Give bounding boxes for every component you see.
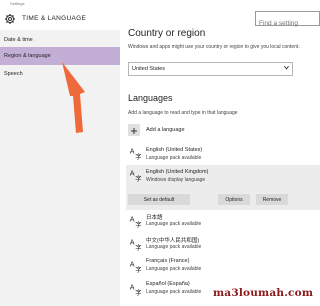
search-box[interactable] (255, 11, 320, 30)
svg-text:字: 字 (135, 152, 141, 160)
plus-icon (131, 128, 137, 134)
chevron-down-icon (284, 65, 289, 70)
svg-text:A: A (130, 170, 135, 178)
language-status: Language pack available (146, 244, 202, 250)
remove-button[interactable]: Remove (256, 194, 288, 205)
languages-heading: Languages (128, 93, 173, 103)
svg-text:A: A (130, 284, 135, 292)
country-description: Windows and apps might use your country … (128, 44, 300, 50)
language-item-selected[interactable]: A 字 English (United Kingdom) Windows dis… (126, 165, 320, 210)
language-name: Français (France) (146, 258, 190, 264)
language-icon: A 字 (130, 284, 142, 296)
add-language-label[interactable]: Add a language (146, 127, 185, 133)
language-item[interactable]: A 字 日本語 Language pack available (126, 211, 320, 231)
set-default-button[interactable]: Set as default (128, 194, 190, 205)
svg-text:字: 字 (135, 265, 141, 273)
language-name: 日本語 (146, 215, 163, 221)
title-bar (0, 0, 320, 8)
svg-text:字: 字 (135, 288, 141, 296)
language-icon: A 字 (130, 239, 142, 251)
language-status: Language pack available (146, 289, 202, 295)
country-dropdown[interactable]: United States (128, 62, 293, 76)
language-icon: A 字 (130, 170, 142, 182)
gear-icon[interactable] (4, 13, 16, 25)
svg-text:字: 字 (135, 174, 141, 182)
language-status: Language pack available (146, 155, 202, 161)
svg-text:A: A (130, 261, 135, 269)
sidebar-item-region-language[interactable]: Region & language (0, 47, 120, 65)
language-icon: A 字 (130, 261, 142, 273)
language-status: Language pack available (146, 221, 202, 227)
watermark: ma3loumah.com (213, 287, 314, 299)
language-item[interactable]: A 字 Français (France) Language pack avai… (126, 256, 320, 276)
country-heading: Country or region (128, 28, 206, 39)
sidebar-item-label: Date & time (4, 37, 33, 43)
country-selected-value: United States (132, 66, 166, 72)
svg-text:字: 字 (135, 243, 141, 251)
page-title: TIME & LANGUAGE (22, 15, 87, 22)
language-icon: A 字 (130, 216, 142, 228)
window-title: Settings (10, 1, 25, 6)
language-name: English (United States) (146, 147, 203, 153)
language-status: Windows display language (146, 177, 206, 183)
language-name: English (United Kingdom) (146, 169, 209, 175)
language-name: Español (España) (146, 281, 190, 287)
add-language-button[interactable] (128, 124, 140, 136)
language-status: Language pack available (146, 266, 202, 272)
svg-text:A: A (130, 216, 135, 224)
language-name: 中文(中华人民共和国) (146, 238, 200, 244)
svg-text:字: 字 (135, 220, 141, 228)
language-item[interactable]: A 字 中文(中华人民共和国) Language pack available (126, 234, 320, 254)
options-button[interactable]: Options (218, 194, 250, 205)
search-input[interactable] (256, 17, 319, 30)
svg-text:A: A (130, 239, 135, 247)
language-item[interactable]: A 字 English (United States) Language pac… (126, 143, 320, 165)
language-icon: A 字 (130, 148, 142, 160)
sidebar-item-label: Region & language (4, 53, 51, 59)
sidebar-item-speech[interactable]: Speech (0, 65, 120, 83)
svg-text:A: A (130, 148, 135, 156)
sidebar-item-label: Speech (4, 71, 23, 77)
languages-description: Add a language to read and type in that … (128, 110, 238, 116)
